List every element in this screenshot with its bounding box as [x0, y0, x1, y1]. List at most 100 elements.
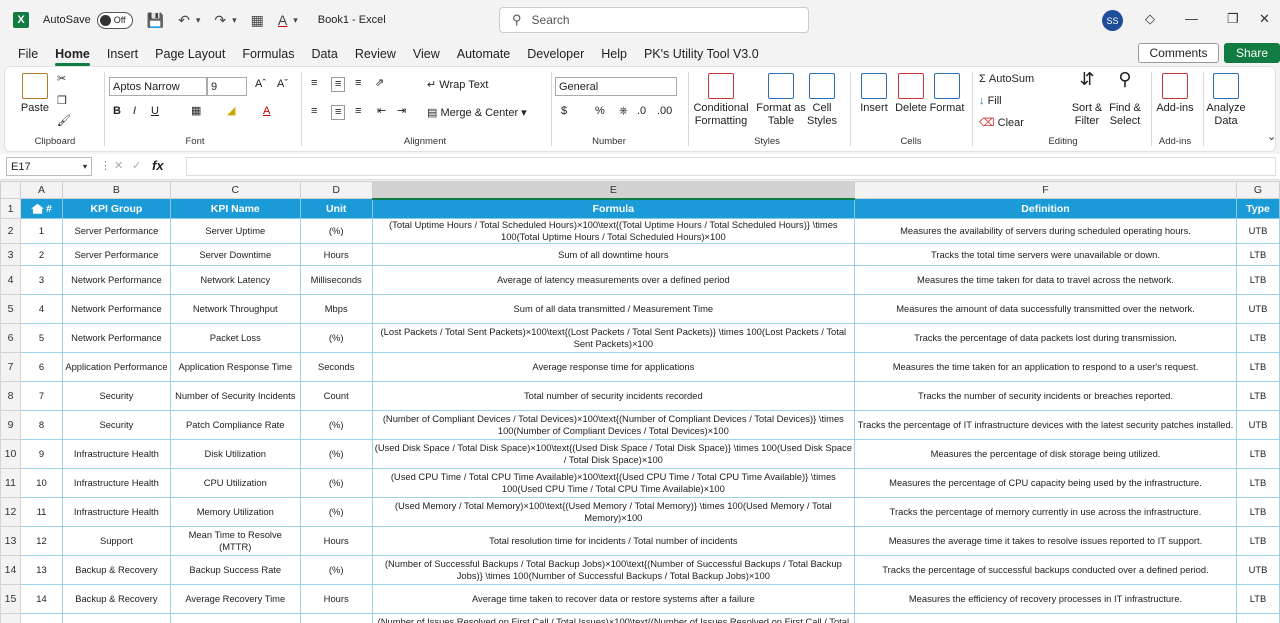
cell-group[interactable]: Backup & Recovery: [61, 584, 171, 614]
cell-group[interactable]: Security: [61, 381, 171, 411]
format-as-table-button[interactable]: Format as Table: [755, 73, 807, 128]
decrease-decimal-icon[interactable]: .00: [657, 105, 672, 118]
cell-name[interactable]: Memory Utilization: [169, 497, 301, 527]
formula-input[interactable]: [186, 157, 1276, 176]
redo-dropdown-icon[interactable]: ▾: [232, 15, 237, 26]
header-cell[interactable]: Formula: [371, 198, 856, 219]
italic-icon[interactable]: I: [133, 105, 136, 118]
tab-data[interactable]: Data: [311, 47, 337, 61]
cell-definition[interactable]: Measures the availability of servers dur…: [854, 218, 1237, 244]
cell-formula[interactable]: Average response time for applications: [371, 352, 856, 382]
row-header[interactable]: 4: [0, 265, 21, 295]
close-icon[interactable]: ✕: [1259, 11, 1270, 27]
cell-num[interactable]: 4: [19, 294, 63, 324]
undo-icon[interactable]: ↶: [178, 12, 190, 29]
header-cell[interactable]: KPI Name: [169, 198, 301, 219]
header-cell[interactable]: #: [19, 198, 63, 219]
fill-color-icon[interactable]: ◢: [227, 105, 235, 118]
undo-dropdown-icon[interactable]: ▾: [196, 15, 201, 26]
cell-unit[interactable]: Hours: [299, 526, 373, 556]
cell-unit[interactable]: (%): [299, 613, 373, 623]
analyze-data-button[interactable]: Analyze Data: [1205, 73, 1247, 128]
cell-num[interactable]: 2: [19, 243, 63, 266]
align-left-icon[interactable]: ≡: [311, 105, 317, 118]
cell-name[interactable]: Application Response Time: [169, 352, 301, 382]
row-header[interactable]: 9: [0, 410, 21, 440]
cell-unit[interactable]: Mbps: [299, 294, 373, 324]
cell-formula[interactable]: Sum of all data transmitted / Measuremen…: [371, 294, 856, 324]
cell-group[interactable]: Infrastructure Health: [61, 468, 171, 498]
delete-cells-button[interactable]: Delete: [893, 73, 929, 115]
cell-num[interactable]: 3: [19, 265, 63, 295]
row-header[interactable]: 16: [0, 613, 21, 623]
format-cells-button[interactable]: Format: [929, 73, 965, 115]
cell-name[interactable]: Disk Utilization: [169, 439, 301, 469]
cell-definition[interactable]: Measures the efficiency of recovery proc…: [854, 584, 1237, 614]
cell-type[interactable]: LTB: [1235, 265, 1280, 295]
cell-styles-button[interactable]: Cell Styles: [803, 73, 841, 128]
decrease-font-icon[interactable]: Aˇ: [277, 78, 288, 91]
column-header-c[interactable]: C: [169, 181, 301, 199]
cell-name[interactable]: Backup Success Rate: [169, 555, 301, 585]
decrease-indent-icon[interactable]: ⇤: [377, 105, 386, 118]
cell-unit[interactable]: (%): [299, 468, 373, 498]
cell-formula[interactable]: (Number of Compliant Devices / Total Dev…: [371, 410, 856, 440]
find-select-button[interactable]: ⚲ Find & Select: [1105, 70, 1145, 128]
cell-definition[interactable]: Measures the percentage of incidents res…: [854, 613, 1237, 623]
row-header[interactable]: 6: [0, 323, 21, 353]
cell-formula[interactable]: Total number of security incidents recor…: [371, 381, 856, 411]
cell-unit[interactable]: (%): [299, 497, 373, 527]
increase-font-icon[interactable]: Aˆ: [255, 78, 266, 91]
column-header-g[interactable]: G: [1235, 181, 1280, 199]
cell-type[interactable]: UTB: [1235, 218, 1280, 244]
column-header-f[interactable]: F: [854, 181, 1237, 199]
cell-name[interactable]: Patch Compliance Rate: [169, 410, 301, 440]
cell-definition[interactable]: Measures the time taken for an applicati…: [854, 352, 1237, 382]
diamond-icon[interactable]: ◇: [1145, 11, 1155, 27]
tab-developer[interactable]: Developer: [527, 47, 584, 61]
cell-unit[interactable]: Count: [299, 381, 373, 411]
row-header[interactable]: 2: [0, 218, 21, 244]
search-input[interactable]: ⚲ Search: [499, 7, 809, 33]
cell-unit[interactable]: Hours: [299, 584, 373, 614]
cell-definition[interactable]: Measures the average time it takes to re…: [854, 526, 1237, 556]
cell-group[interactable]: Application Performance: [61, 352, 171, 382]
tab-view[interactable]: View: [413, 47, 440, 61]
name-box[interactable]: E17 ▾: [6, 157, 92, 176]
increase-decimal-icon[interactable]: .0: [637, 105, 646, 118]
cell-definition[interactable]: Tracks the percentage of IT infrastructu…: [854, 410, 1237, 440]
cell-unit[interactable]: (%): [299, 439, 373, 469]
cell-type[interactable]: UTB: [1235, 555, 1280, 585]
cell-formula[interactable]: (Number of Successful Backups / Total Ba…: [371, 555, 856, 585]
borders-icon[interactable]: ▦: [251, 12, 264, 29]
share-button[interactable]: Share: [1224, 43, 1280, 63]
font-color-icon[interactable]: A: [263, 105, 270, 118]
cell-unit[interactable]: Seconds: [299, 352, 373, 382]
row-header[interactable]: 14: [0, 555, 21, 585]
enter-icon[interactable]: ✓: [132, 159, 141, 172]
cell-name[interactable]: Network Throughput: [169, 294, 301, 324]
cell-name[interactable]: Packet Loss: [169, 323, 301, 353]
row-header[interactable]: 5: [0, 294, 21, 324]
header-cell[interactable]: Type: [1235, 198, 1280, 219]
cell-definition[interactable]: Tracks the number of security incidents …: [854, 381, 1237, 411]
cell-name[interactable]: Mean Time to Resolve (MTTR): [169, 526, 301, 556]
avatar[interactable]: SS: [1102, 10, 1123, 31]
cell-formula[interactable]: (Lost Packets / Total Sent Packets)×100\…: [371, 323, 856, 353]
cell-type[interactable]: LTB: [1235, 584, 1280, 614]
tab-page-layout[interactable]: Page Layout: [155, 47, 225, 61]
cell-formula[interactable]: (Number of Issues Resolved on First Call…: [371, 613, 856, 623]
cell-type[interactable]: LTB: [1235, 526, 1280, 556]
copy-icon[interactable]: ❐: [57, 95, 67, 108]
bold-icon[interactable]: B: [113, 105, 121, 118]
bottom-align-icon[interactable]: ≡: [355, 77, 361, 90]
cell-name[interactable]: Average Recovery Time: [169, 584, 301, 614]
cell-definition[interactable]: Measures the percentage of CPU capacity …: [854, 468, 1237, 498]
tab-home[interactable]: Home: [55, 47, 90, 66]
merge-center-button[interactable]: ▤ Merge & Center ▾: [427, 107, 527, 120]
cell-group[interactable]: Support: [61, 613, 171, 623]
top-align-icon[interactable]: ≡: [311, 77, 317, 90]
cell-group[interactable]: Infrastructure Health: [61, 497, 171, 527]
currency-icon[interactable]: $: [561, 105, 567, 118]
cell-definition[interactable]: Measures the percentage of disk storage …: [854, 439, 1237, 469]
